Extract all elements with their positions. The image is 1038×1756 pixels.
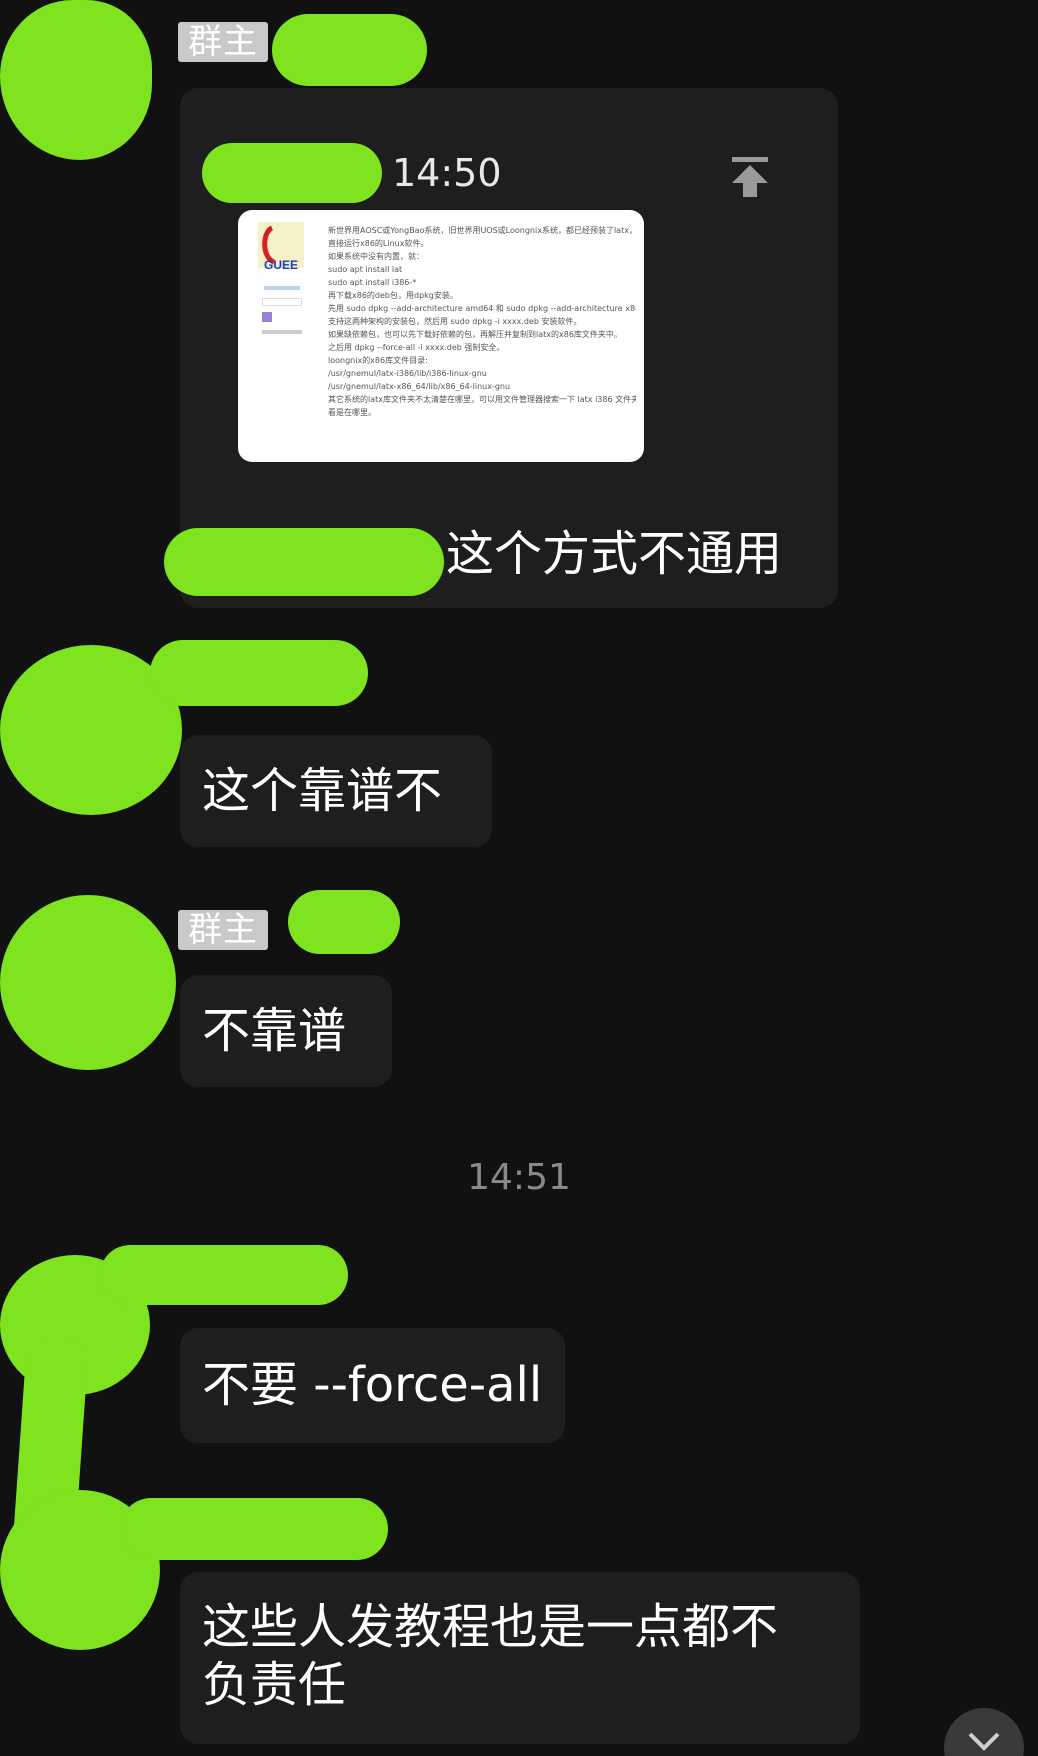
- message-text: 不靠谱: [202, 1003, 347, 1059]
- document-line: sudo apt install lat: [328, 265, 403, 274]
- document-line: /usr/gnemul/latx-x86_64/lib/x86_64-linux…: [328, 382, 511, 391]
- owner-badge: 群主: [178, 22, 268, 62]
- pin-to-top-icon[interactable]: [728, 154, 772, 198]
- document-line: 新世界用AOSC或YongBao系统，旧世界用UOS或Loongnix系统，都已…: [328, 226, 636, 235]
- message-text: 这些人发教程也是一点都不负责任: [202, 1599, 779, 1713]
- redaction-name-4: [100, 1245, 348, 1305]
- redaction-name-5: [120, 1498, 388, 1560]
- redaction-avatar-3: [0, 895, 176, 1070]
- document-line: 之后用 dpkg --force-all -i xxxx.deb 强制安全。: [328, 343, 505, 352]
- document-line: /usr/gnemul/latx-i386/lib/i386-linux-gnu: [328, 369, 487, 378]
- document-line: 再下载x86的deb包，用dpkg安装。: [328, 291, 458, 300]
- message-text: 这个靠谱不: [202, 763, 443, 819]
- message-bubble[interactable]: 不靠谱: [180, 975, 392, 1087]
- document-line: sudo apt install i386-*: [328, 278, 417, 287]
- document-line: 先用 sudo dpkg --add-architecture amd64 和 …: [328, 304, 636, 313]
- scroll-down-icon[interactable]: [944, 1708, 1024, 1756]
- document-line: 看是在哪里。: [328, 408, 376, 417]
- document-line: loongnix的x86库文件目录:: [328, 356, 428, 365]
- document-sidebar: [258, 280, 306, 340]
- message-text: 不要 --force-all: [202, 1357, 543, 1413]
- document-line: 支持这两种架构的安装包，然后用 sudo dpkg -i xxxx.deb 安装…: [328, 317, 582, 326]
- redaction-quote-sender: [202, 143, 382, 203]
- document-line: 其它系统的latx库文件夹不太清楚在哪里，可以用文件管理器搜索一下 latx i…: [328, 395, 636, 404]
- message-text: 这个方式不通用: [446, 526, 783, 582]
- document-logo: GUEE: [258, 222, 304, 272]
- message-bubble[interactable]: 这些人发教程也是一点都不负责任: [180, 1572, 860, 1744]
- redaction-reply-mention: [164, 528, 444, 596]
- document-text: 新世界用AOSC或YongBao系统，旧世界用UOS或Loongnix系统，都已…: [328, 224, 636, 419]
- message-bubble[interactable]: 不要 --force-all: [180, 1328, 565, 1443]
- message-bubble[interactable]: 14:50 GUEE 新世界用AOSC或YongBao系统，旧世界用UOS或Lo…: [164, 88, 838, 608]
- quoted-document-image[interactable]: GUEE 新世界用AOSC或YongBao系统，旧世界用UOS或Loongnix…: [238, 210, 644, 462]
- redaction-name-1: [272, 14, 427, 86]
- redaction-name-3: [288, 890, 400, 954]
- document-line: 如果缺依赖包，也可以先下载好依赖的包，再解压并复制到latx的x86库文件夹中。: [328, 330, 622, 339]
- quote-time: 14:50: [392, 151, 502, 195]
- document-line: 如果系统中没有内置，就：: [328, 252, 424, 261]
- redaction-name-2: [150, 640, 368, 706]
- time-separator: 14:51: [467, 1157, 571, 1198]
- message-bubble[interactable]: 这个靠谱不: [180, 735, 492, 847]
- owner-badge: 群主: [178, 910, 268, 950]
- document-line: 直接运行x86的Linux软件。: [328, 239, 429, 248]
